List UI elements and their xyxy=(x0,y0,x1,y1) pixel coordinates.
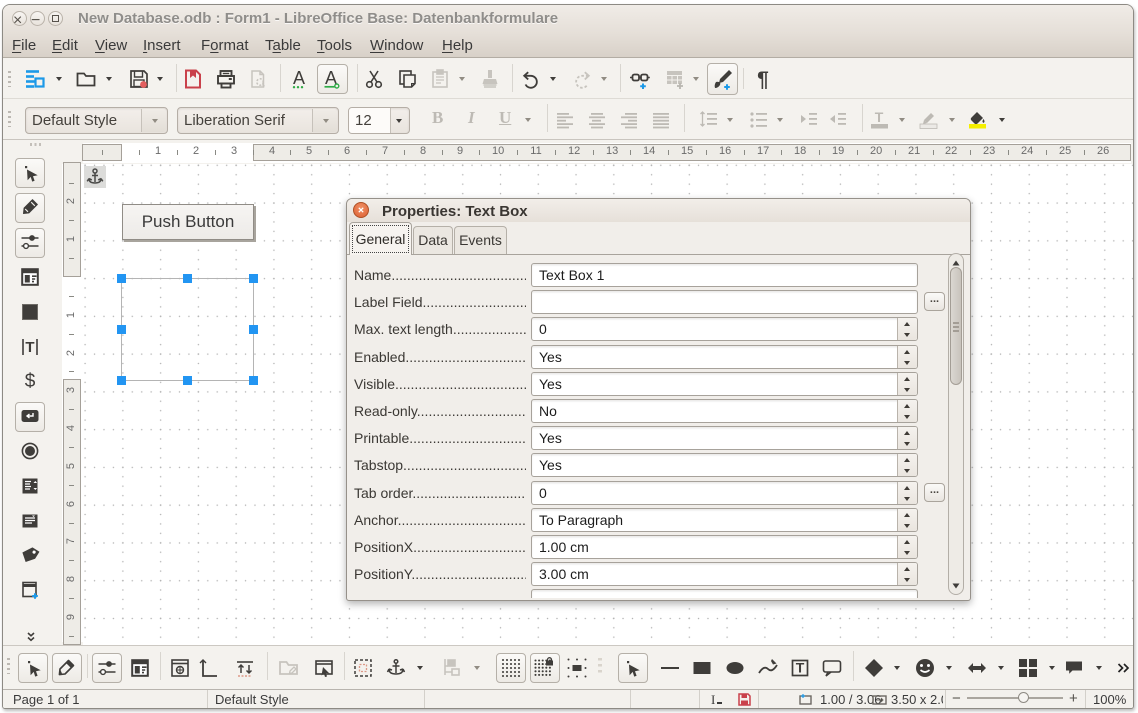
svg-text:T: T xyxy=(875,109,884,125)
svg-text:T: T xyxy=(25,339,34,356)
svg-text:$: $ xyxy=(25,371,36,392)
svg-text:¶: ¶ xyxy=(757,68,769,91)
svg-text:A: A xyxy=(293,68,305,88)
svg-text:T: T xyxy=(796,660,805,676)
